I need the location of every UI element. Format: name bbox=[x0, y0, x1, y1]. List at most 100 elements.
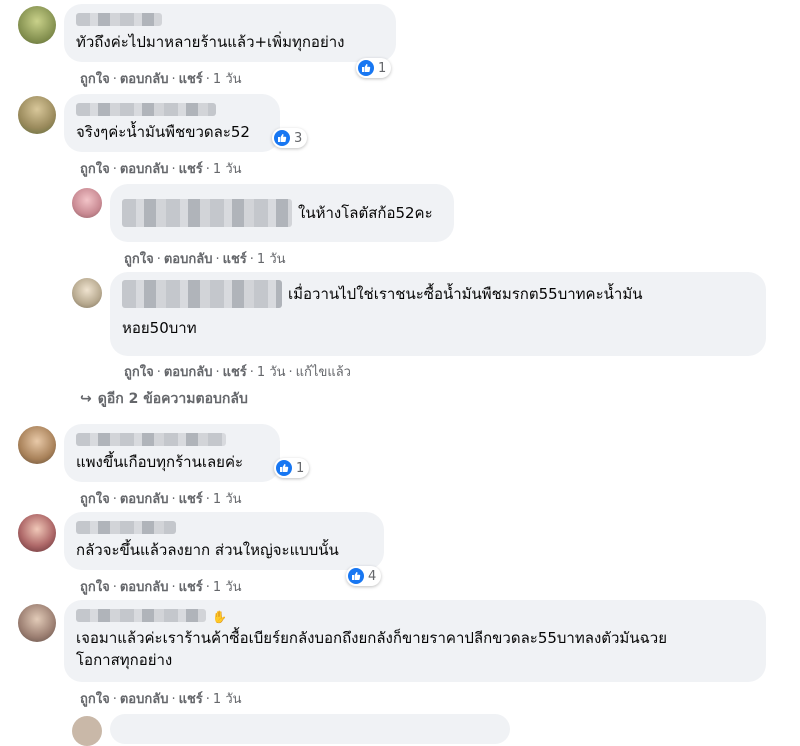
comment-bubble: ✋ เจอมาแล้วค่ะเราร้านค้าซื้อเบียร์ยกลังบ… bbox=[64, 600, 766, 682]
reply-bubble: ในห้างโลตัสก้อ52คะ bbox=[110, 184, 454, 242]
separator: · bbox=[112, 580, 117, 595]
comment-text-line-1: เจอมาแล้วค่ะเราร้านค้าซื้อเบียร์ยกลังบอก… bbox=[76, 629, 667, 647]
comment-text: กลัวจะขึ้นแล้วลงยาก ส่วนใหญ่จะแบบนั้น bbox=[76, 541, 339, 559]
comment-bubble: ทัวถึงค่ะไปมาหลายร้านแล้ว+เพิ่มทุกอย่าง bbox=[64, 4, 396, 62]
share-link[interactable]: แชร์ bbox=[179, 72, 203, 87]
share-link[interactable]: แชร์ bbox=[179, 580, 203, 595]
reaction-count[interactable]: 3 bbox=[272, 128, 308, 148]
reply-link[interactable]: ตอบกลับ bbox=[120, 162, 169, 177]
more-replies-label: ดูอีก 2 ข้อความตอบกลับ bbox=[97, 391, 248, 407]
separator: · bbox=[205, 162, 210, 177]
separator: · bbox=[205, 692, 210, 707]
separator: · bbox=[215, 252, 220, 267]
separator: · bbox=[215, 365, 220, 380]
avatar[interactable] bbox=[18, 96, 56, 134]
separator: · bbox=[112, 692, 117, 707]
reply-link[interactable]: ตอบกลับ bbox=[120, 492, 169, 507]
avatar[interactable] bbox=[72, 716, 102, 746]
author-name[interactable] bbox=[76, 433, 226, 446]
separator: · bbox=[171, 580, 176, 595]
comment-text-line-1: เมื่อวานไปใช่เราชนะซื้อน้ำมันพืชมรกต55บา… bbox=[288, 285, 643, 303]
share-link[interactable]: แชร์ bbox=[179, 162, 203, 177]
avatar[interactable] bbox=[18, 514, 56, 552]
separator: · bbox=[171, 72, 176, 87]
comment-text: ทัวถึงค่ะไปมาหลายร้านแล้ว+เพิ่มทุกอย่าง bbox=[76, 33, 345, 51]
separator: · bbox=[249, 365, 254, 380]
timestamp[interactable]: 1 วัน bbox=[213, 580, 242, 595]
comment-bubble: กลัวจะขึ้นแล้วลงยาก ส่วนใหญ่จะแบบนั้น bbox=[64, 512, 384, 570]
comment-actions: ถูกใจ · ตอบกลับ · แชร์ · 1 วัน bbox=[80, 158, 242, 179]
separator: · bbox=[205, 492, 210, 507]
like-link[interactable]: ถูกใจ bbox=[80, 692, 110, 707]
separator: · bbox=[156, 252, 161, 267]
reply-bubble: เมื่อวานไปใช่เราชนะซื้อน้ำมันพืชมรกต55บา… bbox=[110, 272, 766, 356]
reaction-number: 4 bbox=[368, 568, 377, 584]
comment-actions: ถูกใจ · ตอบกลับ · แชร์ · 1 วัน bbox=[80, 688, 242, 709]
author-name[interactable] bbox=[76, 521, 176, 534]
author-name[interactable] bbox=[76, 13, 162, 26]
separator: · bbox=[205, 72, 210, 87]
comment-text: แพงขึ้นเกือบทุกร้านเลยค่ะ bbox=[76, 453, 244, 471]
reaction-number: 1 bbox=[378, 60, 387, 76]
timestamp[interactable]: 1 วัน bbox=[213, 492, 242, 507]
reaction-count[interactable]: 1 bbox=[356, 58, 392, 78]
timestamp[interactable]: 1 วัน bbox=[213, 692, 242, 707]
reply-link[interactable]: ตอบกลับ bbox=[120, 692, 169, 707]
reply-link[interactable]: ตอบกลับ bbox=[164, 252, 213, 267]
timestamp[interactable]: 1 วัน bbox=[213, 162, 242, 177]
like-reaction-icon bbox=[276, 460, 292, 476]
comment-text-line-2: หอย50บาท bbox=[122, 319, 197, 337]
separator: · bbox=[249, 252, 254, 267]
reaction-count[interactable]: 1 bbox=[274, 458, 310, 478]
comment-actions: ถูกใจ · ตอบกลับ · แชร์ · 1 วัน bbox=[80, 576, 242, 597]
like-link[interactable]: ถูกใจ bbox=[80, 492, 110, 507]
avatar[interactable] bbox=[18, 6, 56, 44]
comment-bubble: จริงๆค่ะน้ำมันพืชขวดละ52 bbox=[64, 94, 280, 152]
avatar[interactable] bbox=[72, 278, 102, 308]
timestamp[interactable]: 1 วัน bbox=[257, 252, 286, 267]
reply-link[interactable]: ตอบกลับ bbox=[164, 365, 213, 380]
reaction-count[interactable]: 4 bbox=[346, 566, 382, 586]
avatar[interactable] bbox=[18, 604, 56, 642]
separator: · bbox=[112, 492, 117, 507]
like-reaction-icon bbox=[358, 60, 374, 76]
author-name[interactable] bbox=[122, 280, 282, 308]
separator: · bbox=[156, 365, 161, 380]
comment-actions: ถูกใจ · ตอบกลับ · แชร์ · 1 วัน bbox=[124, 248, 286, 269]
like-link[interactable]: ถูกใจ bbox=[124, 252, 154, 267]
separator: · bbox=[205, 580, 210, 595]
separator: · bbox=[171, 162, 176, 177]
separator: · bbox=[171, 692, 176, 707]
like-link[interactable]: ถูกใจ bbox=[80, 580, 110, 595]
comment-text-line-2: โอกาสทุกอย่าง bbox=[76, 651, 173, 669]
author-name[interactable] bbox=[122, 198, 292, 227]
separator: · bbox=[171, 492, 176, 507]
separator: · bbox=[288, 365, 293, 380]
avatar[interactable] bbox=[72, 188, 102, 218]
share-link[interactable]: แชร์ bbox=[179, 692, 203, 707]
avatar[interactable] bbox=[18, 426, 56, 464]
author-name[interactable] bbox=[76, 609, 206, 622]
share-link[interactable]: แชร์ bbox=[179, 492, 203, 507]
like-link[interactable]: ถูกใจ bbox=[80, 162, 110, 177]
comment-text: จริงๆค่ะน้ำมันพืชขวดละ52 bbox=[76, 123, 250, 141]
comment-actions: ถูกใจ · ตอบกลับ · แชร์ · 1 วัน bbox=[80, 488, 242, 509]
like-link[interactable]: ถูกใจ bbox=[124, 365, 154, 380]
separator: · bbox=[112, 162, 117, 177]
share-link[interactable]: แชร์ bbox=[223, 252, 247, 267]
share-link[interactable]: แชร์ bbox=[223, 365, 247, 380]
wave-icon: ✋ bbox=[212, 610, 227, 624]
timestamp[interactable]: 1 วัน bbox=[257, 365, 286, 380]
view-more-replies-link[interactable]: ↪ ดูอีก 2 ข้อความตอบกลับ bbox=[80, 388, 248, 410]
comment-bubble: แพงขึ้นเกือบทุกร้านเลยค่ะ bbox=[64, 424, 280, 482]
timestamp[interactable]: 1 วัน bbox=[213, 72, 242, 87]
like-link[interactable]: ถูกใจ bbox=[80, 72, 110, 87]
reaction-number: 1 bbox=[296, 460, 305, 476]
reply-bubble bbox=[110, 714, 510, 744]
comment-text: ในห้างโลตัสก้อ52คะ bbox=[298, 203, 433, 222]
like-reaction-icon bbox=[274, 130, 290, 146]
comment-actions: ถูกใจ · ตอบกลับ · แชร์ · 1 วัน bbox=[80, 68, 242, 89]
author-name[interactable] bbox=[76, 103, 216, 116]
reply-link[interactable]: ตอบกลับ bbox=[120, 580, 169, 595]
reply-link[interactable]: ตอบกลับ bbox=[120, 72, 169, 87]
